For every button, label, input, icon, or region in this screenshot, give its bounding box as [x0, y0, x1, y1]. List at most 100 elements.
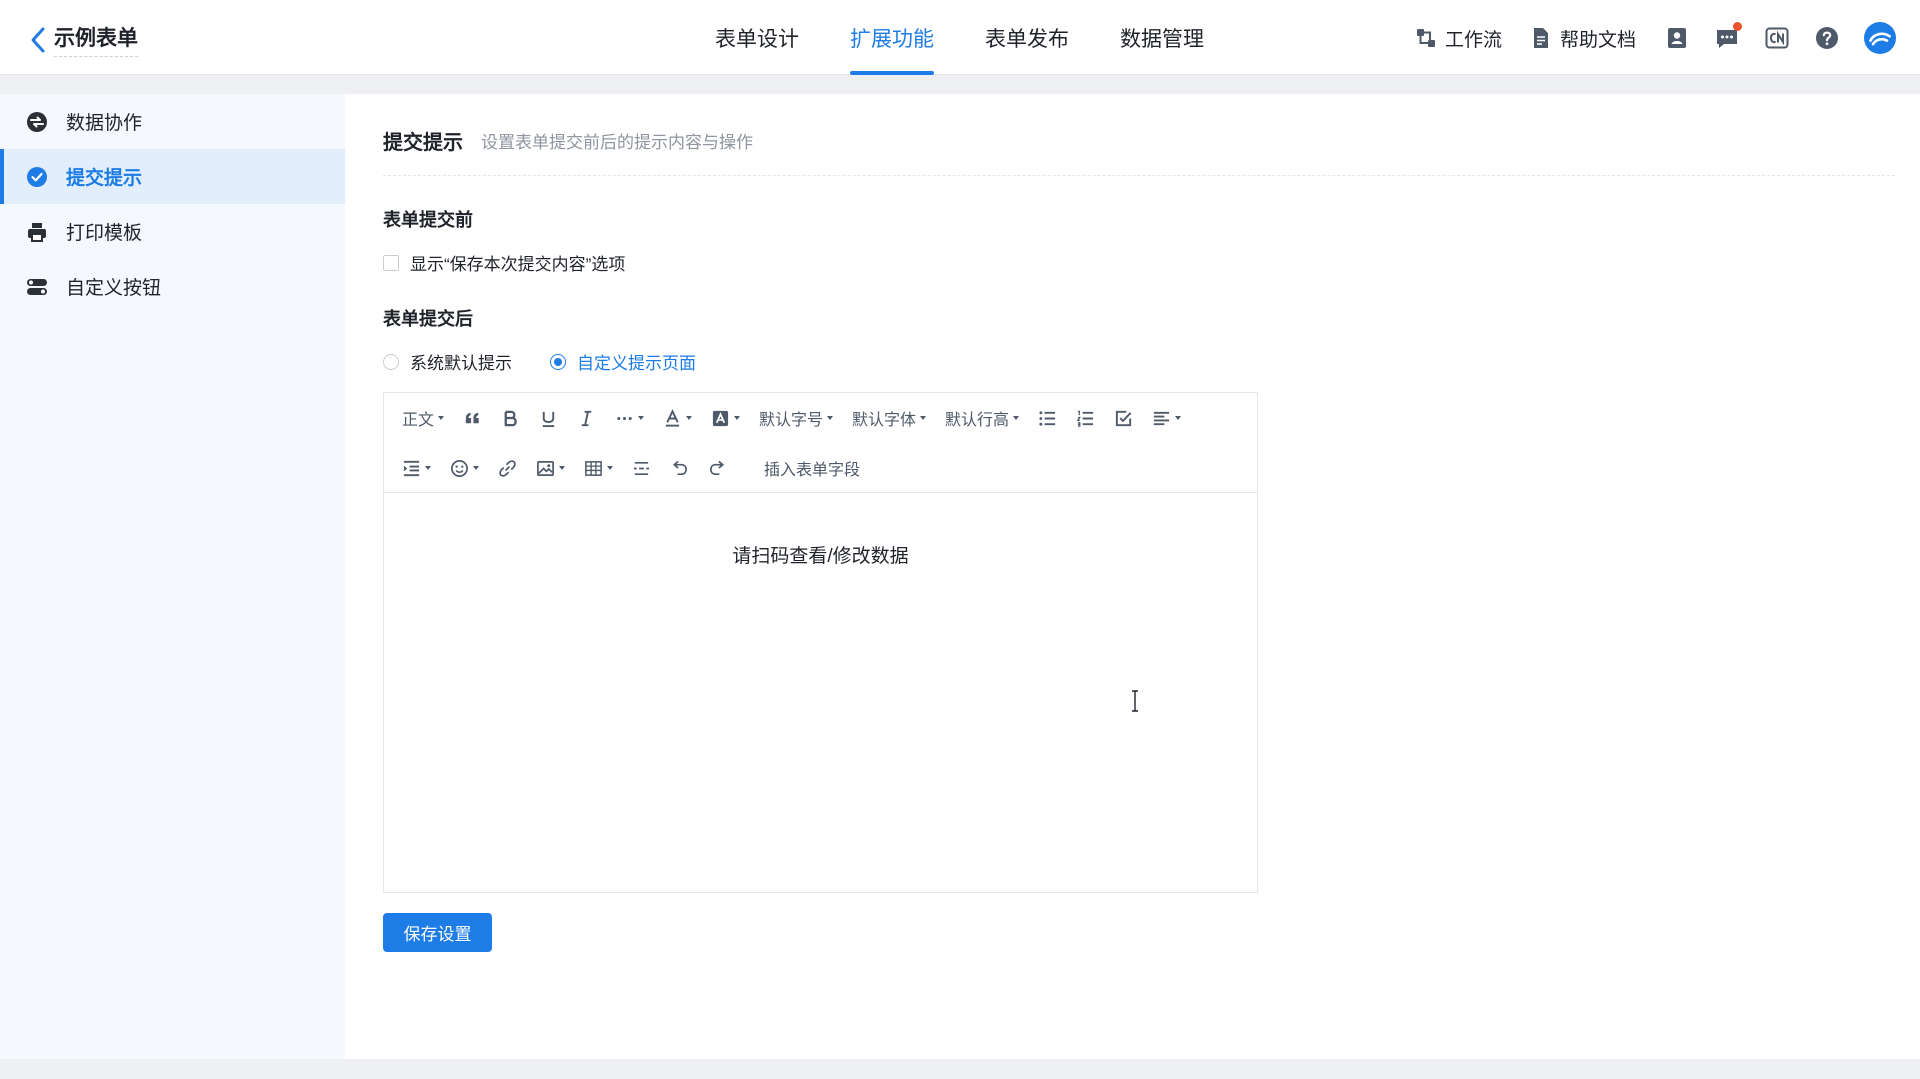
- background-color-dropdown[interactable]: [705, 402, 746, 434]
- toggle-buttons-icon: [27, 278, 47, 295]
- language-button[interactable]: [1764, 25, 1790, 51]
- emoji-icon: [451, 459, 468, 477]
- check-circle-icon: [27, 166, 47, 187]
- font-color-dropdown[interactable]: [657, 402, 698, 434]
- bullet-list-icon: [1039, 410, 1056, 426]
- save-content-option[interactable]: 显示“保存本次提交内容”选项: [383, 250, 1895, 275]
- line-height-label: 默认行高: [945, 412, 1010, 429]
- tab-form-publish[interactable]: 表单发布: [985, 0, 1069, 75]
- tab-extensions[interactable]: 扩展功能: [850, 0, 934, 75]
- radio-default-tip[interactable]: 系统默认提示: [383, 349, 512, 374]
- main-card: 数据协作 提交提示 打印模板 自定义按钮 提交提示 设置表单提交前后的提示内容与…: [0, 94, 1920, 1059]
- section-header: 提交提示 设置表单提交前后的提示内容与操作: [383, 94, 1895, 176]
- table-dropdown[interactable]: [578, 452, 619, 484]
- radio-custom-page-label: 自定义提示页面: [577, 354, 696, 373]
- indent-icon: [403, 460, 420, 476]
- radio-custom-page[interactable]: 自定义提示页面: [550, 349, 696, 374]
- caret-down-icon: [827, 416, 834, 420]
- font-family-label: 默认字体: [852, 412, 917, 429]
- bold-button[interactable]: [495, 402, 526, 434]
- top-header: 示例表单 表单设计 扩展功能 表单发布 数据管理 工作流 帮助文档: [0, 0, 1920, 75]
- after-submit-radio-group: 系统默认提示 自定义提示页面: [383, 349, 1895, 374]
- caret-down-icon: [734, 416, 741, 420]
- radio-custom-page-circle[interactable]: [550, 353, 566, 370]
- quote-icon: [465, 412, 479, 423]
- redo-button[interactable]: [702, 452, 733, 484]
- contacts-button[interactable]: [1664, 25, 1690, 51]
- indent-dropdown[interactable]: [396, 452, 437, 484]
- link-icon: [499, 459, 516, 477]
- font-size-dropdown[interactable]: 默认字号: [753, 402, 839, 434]
- save-content-label: 显示“保存本次提交内容”选项: [410, 255, 626, 274]
- sidebar-item-label: 提交提示: [66, 168, 143, 189]
- font-size-label: 默认字号: [759, 412, 824, 429]
- emoji-dropdown[interactable]: [444, 452, 485, 484]
- checkbox-icon: [1115, 410, 1132, 426]
- link-button[interactable]: [492, 452, 523, 484]
- paragraph-style-label: 正文: [402, 412, 435, 429]
- background-color-icon: [712, 410, 729, 426]
- section-description: 设置表单提交前后的提示内容与操作: [481, 133, 753, 152]
- underline-icon: [542, 411, 555, 427]
- sidebar-item-label: 自定义按钮: [66, 278, 162, 299]
- align-left-icon: [1153, 411, 1170, 425]
- caret-down-icon: [638, 416, 645, 420]
- paragraph-style-dropdown[interactable]: 正文: [396, 402, 450, 434]
- insert-form-field-button[interactable]: 插入表单字段: [758, 452, 866, 484]
- back-button[interactable]: 示例表单: [30, 22, 138, 57]
- sidebar-item-custom-button[interactable]: 自定义按钮: [0, 259, 345, 314]
- editor-toolbar: 正文 默认字号 默认字体 默认行高 插入表单字段: [384, 393, 1257, 493]
- redo-icon: [709, 460, 725, 475]
- help-docs-label: 帮助文档: [1559, 29, 1636, 51]
- editor-content-area[interactable]: 请扫码查看/修改数据: [384, 493, 1257, 892]
- italic-button[interactable]: [571, 402, 602, 434]
- divider-icon: [633, 461, 650, 475]
- save-settings-button[interactable]: 保存设置: [383, 913, 492, 952]
- caret-down-icon: [1013, 416, 1020, 420]
- more-icon: [617, 416, 632, 420]
- font-family-dropdown[interactable]: 默认字体: [846, 402, 932, 434]
- bullet-list-button[interactable]: [1032, 402, 1063, 434]
- underline-button[interactable]: [533, 402, 564, 434]
- numbered-list-button[interactable]: [1070, 402, 1101, 434]
- document-icon: [1533, 28, 1548, 48]
- sidebar-item-label: 数据协作: [66, 113, 143, 134]
- sidebar-item-data-collab[interactable]: 数据协作: [0, 94, 345, 149]
- caret-down-icon: [920, 416, 927, 420]
- messages-button[interactable]: [1714, 22, 1742, 51]
- tab-form-design[interactable]: 表单设计: [715, 0, 799, 75]
- radio-default-tip-label: 系统默认提示: [410, 354, 512, 373]
- image-dropdown[interactable]: [530, 452, 571, 484]
- tab-data-management[interactable]: 数据管理: [1120, 0, 1204, 75]
- table-icon: [585, 460, 602, 476]
- editor-text-content[interactable]: 请扫码查看/修改数据: [384, 541, 1257, 568]
- sidebar-item-print-template[interactable]: 打印模板: [0, 204, 345, 259]
- user-avatar[interactable]: [1864, 22, 1896, 54]
- rich-text-editor: 正文 默认字号 默认字体 默认行高 插入表单字段 请扫码查看/修改数据: [383, 392, 1258, 893]
- section-title: 提交提示: [383, 132, 463, 154]
- after-submit-title: 表单提交后: [383, 309, 473, 329]
- quote-button[interactable]: [457, 402, 488, 434]
- chevron-left-icon: [31, 27, 45, 52]
- data-collab-icon: [27, 111, 47, 132]
- radio-default-tip-circle[interactable]: [383, 353, 399, 370]
- line-height-dropdown[interactable]: 默认行高: [939, 402, 1025, 434]
- help-docs-link[interactable]: 帮助文档: [1530, 25, 1636, 52]
- workflow-link[interactable]: 工作流: [1415, 25, 1502, 52]
- contacts-icon: [1668, 28, 1686, 48]
- sidebar-item-submit-tips[interactable]: 提交提示: [0, 149, 345, 204]
- more-format-dropdown[interactable]: [609, 402, 650, 434]
- image-icon: [537, 460, 554, 476]
- undo-button[interactable]: [664, 452, 695, 484]
- align-dropdown[interactable]: [1146, 402, 1187, 434]
- save-content-checkbox[interactable]: [383, 254, 399, 271]
- bold-icon: [504, 410, 517, 426]
- todo-list-button[interactable]: [1108, 402, 1139, 434]
- italic-icon: [581, 410, 592, 426]
- divider-button[interactable]: [626, 452, 657, 484]
- caret-down-icon: [607, 466, 613, 470]
- help-button[interactable]: [1814, 25, 1840, 51]
- workflow-icon: [1416, 29, 1435, 47]
- form-title: 示例表单: [54, 22, 138, 57]
- language-cn-icon: [1765, 27, 1789, 49]
